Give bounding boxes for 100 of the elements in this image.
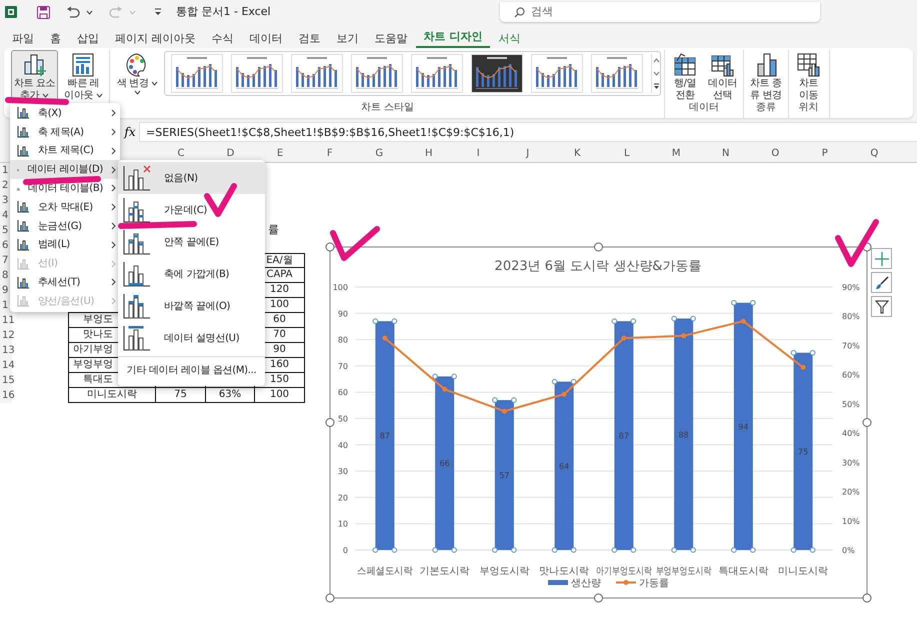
- menu-item[interactable]: 오차 막대(E): [10, 198, 120, 217]
- row-header[interactable]: 12: [0, 328, 12, 343]
- column-header[interactable]: P: [800, 146, 850, 163]
- row-header[interactable]: 15: [0, 373, 12, 388]
- axis-label: 30%: [842, 458, 860, 468]
- insert-function-button[interactable]: fx: [121, 123, 139, 141]
- menu-item[interactable]: 안쪽 끝에(E): [118, 226, 265, 258]
- data-label: 88: [678, 430, 689, 440]
- axis-label: 미니도시락: [778, 566, 828, 577]
- menu-item[interactable]: 추세선(T): [10, 273, 120, 292]
- axis-label: 30: [338, 467, 348, 476]
- chart-style-thumbnail[interactable]: [291, 54, 344, 93]
- chart-style-thumbnail[interactable]: [231, 54, 284, 93]
- menu-item[interactable]: 축에 가깝게(B): [118, 258, 265, 290]
- chart-style-thumbnail[interactable]: [471, 54, 524, 93]
- menu-item[interactable]: 차트 제목(C): [10, 142, 120, 160]
- legend-label: 생산량: [571, 578, 601, 589]
- move-chart-button[interactable]: 차트 이동: [792, 50, 826, 104]
- menu-item[interactable]: 바깥쪽 끝에(O): [118, 290, 265, 322]
- chart-style-thumbnail[interactable]: [411, 54, 464, 93]
- change-chart-type-button[interactable]: 차트 종 류 변경: [746, 50, 785, 104]
- formula-field[interactable]: =SERIES(Sheet1!$C$8,Sheet1!$B$9:$B$16,Sheet1!$C$9:$C$16,1): [139, 122, 917, 142]
- axis-label: 60: [338, 388, 348, 398]
- column-header[interactable]: K: [552, 146, 602, 163]
- row-header[interactable]: 13: [0, 343, 12, 358]
- group-label: 데이터: [688, 101, 720, 115]
- column-header[interactable]: J: [503, 146, 552, 163]
- chart-style-thumbnail[interactable]: [591, 54, 644, 93]
- menu-item[interactable]: 기타 데이터 레이블 옵션(M)...: [118, 356, 265, 384]
- table-cell: 부엉도: [83, 314, 113, 325]
- column-header[interactable]: H: [404, 146, 454, 163]
- ribbon-tab[interactable]: 파일: [4, 29, 42, 48]
- ribbon-tab[interactable]: 홈: [42, 29, 69, 48]
- menu-item[interactable]: 축(X): [10, 104, 120, 123]
- axis-label: 40%: [842, 429, 860, 438]
- axis-label: 50: [338, 414, 348, 424]
- ribbon-tab[interactable]: 도움말: [366, 29, 416, 48]
- row-header[interactable]: 11: [0, 313, 12, 328]
- ribbon-tab[interactable]: 삽입: [69, 29, 107, 48]
- data-point: [621, 336, 626, 341]
- menu-item[interactable]: 눈금선(G): [10, 216, 120, 236]
- axis-label: 70%: [842, 341, 860, 350]
- column-header[interactable]: I: [454, 146, 503, 163]
- plus-icon: [874, 252, 888, 266]
- search-field[interactable]: 검색: [500, 2, 820, 22]
- axis-label: 맛나도시락: [539, 566, 590, 577]
- menu-item[interactable]: 데이터 테이블(B): [10, 179, 120, 198]
- chart-filters-button[interactable]: [871, 296, 892, 317]
- chart-element-icon: [17, 144, 30, 157]
- table-cell: 100: [270, 389, 290, 400]
- column-header[interactable]: G: [354, 146, 404, 163]
- quick-layout-icon: [70, 52, 96, 78]
- ribbon-tab[interactable]: 보기: [328, 29, 366, 48]
- menu-item[interactable]: 없음(N): [118, 162, 265, 194]
- menu-item[interactable]: 축 제목(A): [10, 122, 120, 142]
- ribbon-tab[interactable]: 수식: [204, 29, 242, 48]
- chart-element-icon: [17, 220, 30, 232]
- column-header[interactable]: E: [255, 146, 305, 163]
- undo-icon: [66, 6, 80, 18]
- axis-label: 10: [338, 520, 348, 529]
- chevron-right-icon: [111, 184, 116, 192]
- data-label: 75: [798, 447, 808, 456]
- chevron-right-icon: [111, 166, 116, 174]
- select-data-button[interactable]: 데이터 선택: [705, 50, 740, 104]
- axis-label: 40: [338, 440, 348, 450]
- ribbon-tab[interactable]: 페이지 레이아웃: [107, 29, 204, 48]
- table-cell: 150: [270, 374, 290, 385]
- data-point: [681, 333, 686, 338]
- menu-item[interactable]: 범례(L): [10, 236, 120, 254]
- data-label-option-icon: [122, 164, 152, 192]
- column-header[interactable]: F: [305, 146, 354, 163]
- chevron-up-icon: [652, 58, 660, 63]
- customize-toolbar-icon: [154, 8, 162, 16]
- table-cell: CAPA: [266, 269, 293, 280]
- axis-label: 20%: [842, 488, 860, 497]
- column-header[interactable]: Q: [850, 146, 899, 163]
- ribbon-tab[interactable]: 서식: [490, 29, 528, 48]
- row-header[interactable]: 14: [0, 358, 12, 373]
- menu-item[interactable]: 데이터 레이블(D): [10, 160, 120, 180]
- chart-style-thumbnail[interactable]: [531, 54, 584, 93]
- switch-row-column-icon: [672, 52, 698, 78]
- chart-style-thumbnail[interactable]: [351, 54, 404, 93]
- chart-element-icon: [17, 238, 30, 251]
- ribbon-tab[interactable]: 데이터: [242, 29, 290, 48]
- chart-style-thumbnail[interactable]: [171, 54, 224, 93]
- data-label-option-icon: [122, 196, 152, 224]
- column-header[interactable]: N: [701, 146, 750, 163]
- row-header[interactable]: 16: [0, 388, 12, 403]
- chart-styles-button[interactable]: [871, 272, 892, 293]
- menu-item[interactable]: 데이터 설명선(U): [118, 322, 265, 354]
- ribbon-tab[interactable]: 검토: [290, 29, 328, 48]
- menu-item[interactable]: 가운데(C): [118, 194, 265, 226]
- column-header[interactable]: L: [602, 146, 652, 163]
- change-colors-button[interactable]: 색 변경: [114, 50, 162, 97]
- column-header[interactable]: M: [652, 146, 701, 163]
- switch-row-column-button[interactable]: 행/열 전환: [668, 50, 702, 104]
- filter-icon: [874, 300, 888, 314]
- quick-layout-button[interactable]: 빠른 레 이아웃: [61, 50, 106, 104]
- column-header[interactable]: O: [750, 146, 800, 163]
- axis-label: 기본도시락: [420, 566, 470, 577]
